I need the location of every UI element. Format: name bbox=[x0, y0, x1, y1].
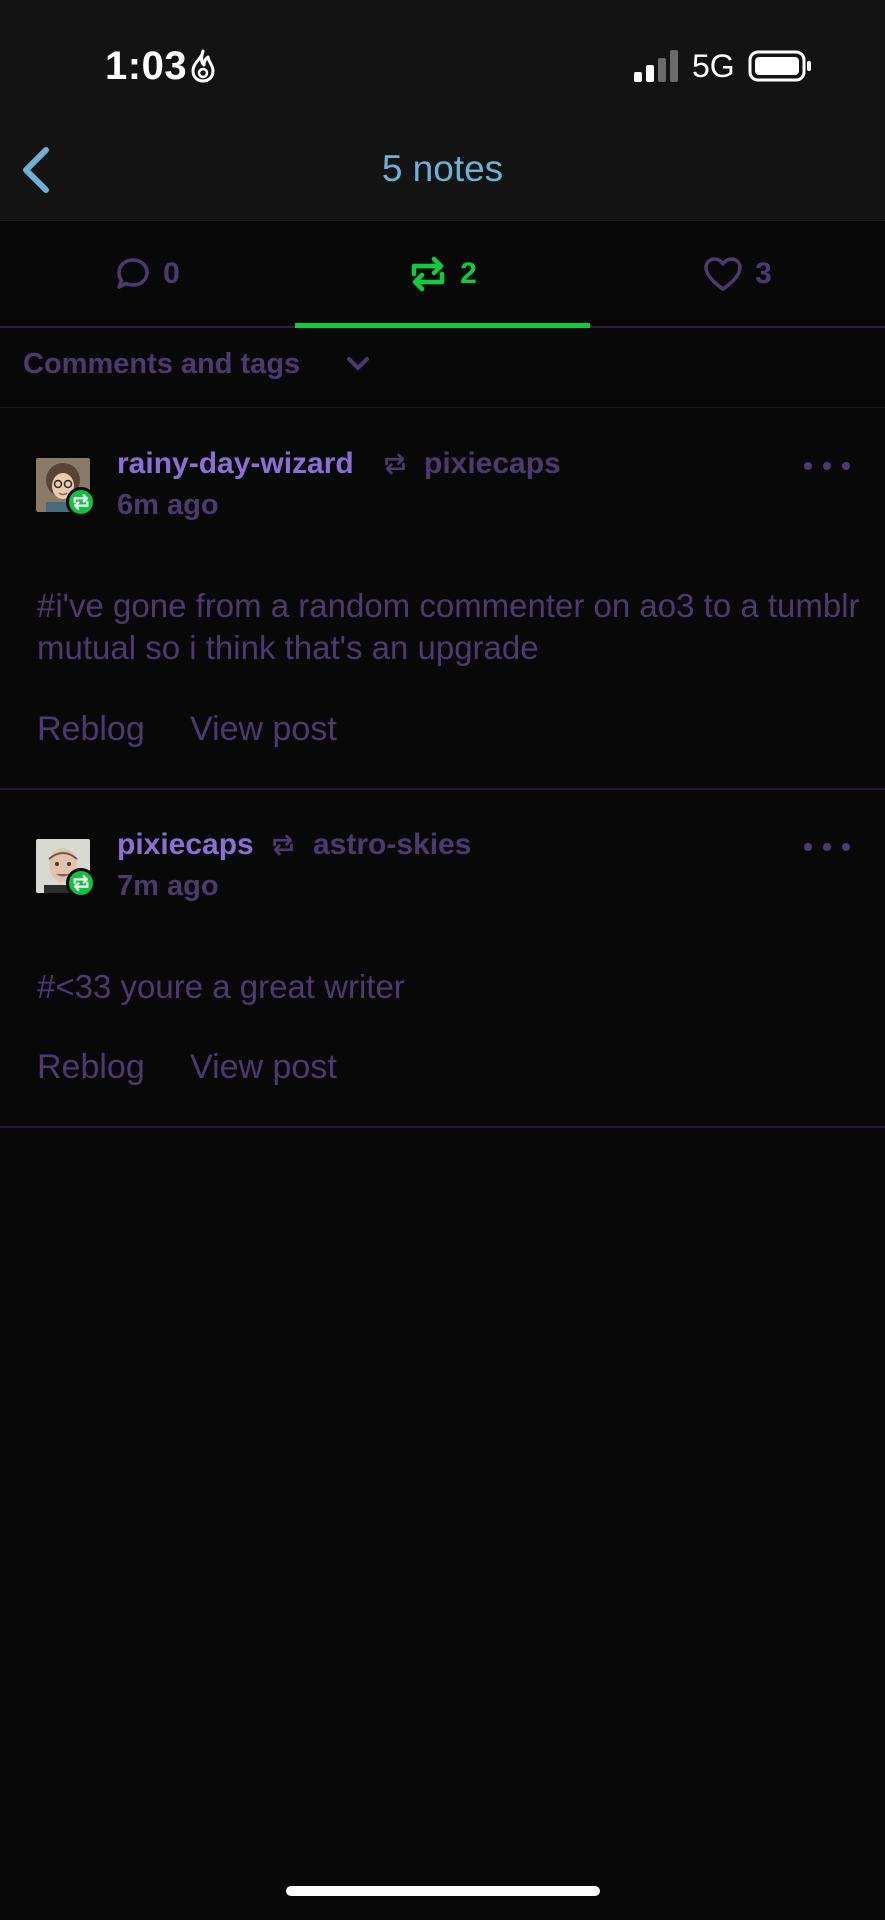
reblog-icon bbox=[411, 256, 445, 292]
top-bar: 1:03 5G 5 notes bbox=[0, 0, 885, 220]
reblog-small-icon bbox=[273, 834, 293, 856]
status-time: 1:03 bbox=[105, 44, 188, 88]
signal-icon bbox=[634, 50, 678, 82]
note-item: rainy-day-wizard pixiecaps 6m ago #i've … bbox=[0, 409, 885, 790]
comment-bubble-icon bbox=[117, 258, 149, 289]
tab-likes[interactable]: 3 bbox=[590, 221, 885, 327]
notes-tabs: 0 2 3 bbox=[0, 220, 885, 328]
active-tab-indicator bbox=[295, 323, 590, 328]
note-username[interactable]: rainy-day-wizard bbox=[117, 447, 354, 481]
chevron-down-icon[interactable] bbox=[344, 350, 372, 378]
comments-count: 0 bbox=[163, 257, 180, 290]
view-post-button[interactable]: View post bbox=[190, 1048, 337, 1087]
view-post-button[interactable]: View post bbox=[190, 710, 337, 749]
heart-icon bbox=[704, 257, 742, 291]
reblog-badge-icon bbox=[66, 487, 96, 517]
note-timestamp: 6m ago bbox=[117, 489, 219, 521]
reblogged-from[interactable]: pixiecaps bbox=[424, 447, 561, 481]
flame-icon bbox=[191, 49, 215, 83]
home-indicator[interactable] bbox=[286, 1886, 600, 1896]
network-type: 5G bbox=[692, 48, 735, 84]
reblogged-from[interactable]: astro-skies bbox=[313, 828, 471, 862]
tab-reblogs[interactable]: 2 bbox=[295, 221, 590, 327]
reblog-small-icon bbox=[385, 453, 405, 475]
page-title: 5 notes bbox=[381, 148, 504, 189]
note-tags: #<33 youre a great writer bbox=[37, 968, 405, 1005]
tab-comments[interactable]: 0 bbox=[0, 221, 295, 327]
likes-count: 3 bbox=[755, 257, 772, 290]
reblog-button[interactable]: Reblog bbox=[37, 1048, 145, 1087]
reblog-button[interactable]: Reblog bbox=[37, 710, 145, 749]
reblogs-count: 2 bbox=[460, 257, 477, 290]
battery-icon bbox=[748, 50, 811, 82]
reblog-badge-icon bbox=[66, 868, 96, 898]
note-timestamp: 7m ago bbox=[117, 870, 219, 902]
more-options-icon[interactable] bbox=[802, 458, 852, 474]
note-tags: #i've gone from a random commenter on ao… bbox=[37, 587, 860, 666]
note-item: pixiecaps astro-skies 7m ago #<33 youre … bbox=[0, 790, 885, 1128]
filter-row: Comments and tags bbox=[0, 330, 885, 408]
note-username[interactable]: pixiecaps bbox=[117, 828, 254, 862]
more-options-icon[interactable] bbox=[802, 839, 852, 855]
filter-dropdown[interactable]: Comments and tags bbox=[23, 348, 300, 381]
